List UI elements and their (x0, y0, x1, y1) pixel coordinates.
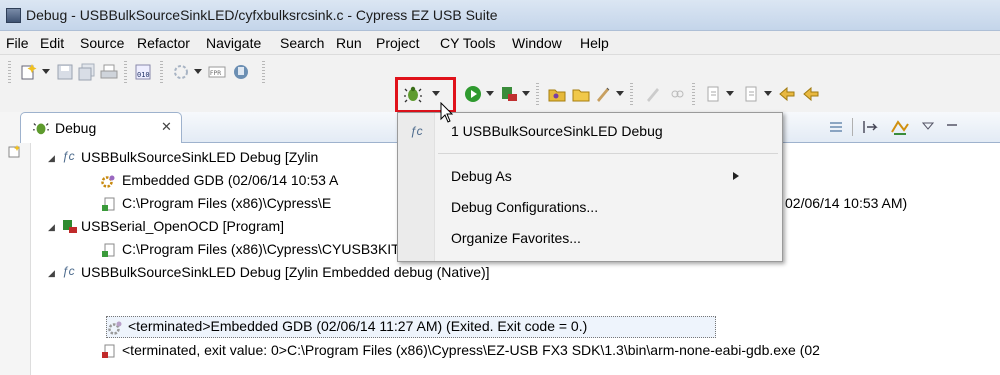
left-trim (0, 112, 31, 375)
external-tools-dropdown-icon[interactable] (522, 91, 530, 96)
executable-icon (102, 243, 115, 257)
toolbar-grip[interactable] (262, 61, 265, 83)
tab-label: Debug (55, 120, 97, 136)
main-toolbar: 010 FPR (0, 55, 1000, 112)
list-item-continuation: 02/06/14 10:53 AM) (785, 195, 908, 211)
next-annotation-dropdown-icon[interactable] (726, 91, 734, 96)
toolbar-grip[interactable] (692, 83, 695, 105)
menu-run[interactable]: Run (336, 35, 362, 51)
toolbar-grip[interactable] (536, 83, 539, 105)
menu-bar: File Edit Source Refactor Navigate Searc… (0, 31, 1000, 55)
step-into-icon[interactable] (862, 119, 880, 135)
binary-icon[interactable]: 010 (134, 63, 152, 81)
menu-item-debug-configurations[interactable]: Debug Configurations... (451, 199, 598, 215)
mouse-cursor-icon (440, 102, 454, 123)
window-title: Debug - USBBulkSourceSinkLED/cyfxbulksrc… (26, 7, 498, 23)
executable-icon (102, 197, 115, 211)
print-icon[interactable] (100, 63, 118, 81)
new-dropdown-icon[interactable] (42, 69, 50, 74)
gdb-process-icon (101, 175, 115, 188)
menu-project[interactable]: Project (376, 35, 420, 51)
next-annotation-icon[interactable] (704, 85, 722, 103)
menu-item-organize-favorites[interactable]: Organize Favorites... (451, 230, 581, 246)
annotation-icon[interactable] (644, 85, 662, 103)
view-menu-icon[interactable] (922, 121, 934, 131)
menu-cy-tools[interactable]: CY Tools (440, 35, 496, 51)
toolbar-grip[interactable] (160, 61, 163, 83)
pen-icon[interactable] (594, 85, 612, 103)
svg-text:010: 010 (137, 71, 150, 79)
toolbar-grip[interactable] (630, 83, 633, 105)
build-dropdown-icon[interactable] (194, 69, 202, 74)
external-tools-icon[interactable] (500, 85, 518, 103)
prev-annotation-dropdown-icon[interactable] (764, 91, 772, 96)
pen-dropdown-icon[interactable] (616, 91, 624, 96)
collapse-all-icon[interactable] (828, 119, 844, 135)
list-item[interactable]: USBSerial_OpenOCD [Program] (81, 218, 284, 234)
list-item[interactable]: USBBulkSourceSinkLED Debug [Zylin Embedd… (81, 264, 490, 280)
list-item[interactable]: USBBulkSourceSinkLED Debug [Zylin (81, 149, 318, 165)
step-filter-icon[interactable] (890, 118, 910, 136)
debug-bug-icon (33, 123, 49, 135)
menu-refactor[interactable]: Refactor (137, 35, 190, 51)
menu-separator (438, 153, 778, 154)
toolbar-grip[interactable] (124, 61, 127, 83)
menu-file[interactable]: File (6, 35, 29, 51)
title-bar: Debug - USBBulkSourceSinkLED/cyfxbulksrc… (0, 0, 1000, 31)
tab-debug[interactable]: Debug ✕ (20, 112, 182, 143)
app-icon (6, 8, 21, 23)
menu-source[interactable]: Source (80, 35, 124, 51)
list-item[interactable]: <terminated, exit value: 0>C:\Program Fi… (122, 342, 820, 358)
perspective-icon[interactable] (8, 144, 22, 158)
list-item[interactable]: <terminated>Embedded GDB (02/06/14 11:27… (128, 318, 587, 334)
menu-item-recent-launch[interactable]: 1 USBBulkSourceSinkLED Debug (451, 123, 663, 139)
device-icon[interactable] (232, 63, 250, 81)
menu-edit[interactable]: Edit (40, 35, 64, 51)
c-launch-icon: ƒc (410, 124, 423, 138)
fpga-icon[interactable]: FPR (208, 63, 226, 81)
last-edit-icon[interactable] (778, 85, 796, 103)
link-icon[interactable] (668, 85, 686, 103)
list-item[interactable]: C:\Program Files (x86)\Cypress\E (122, 195, 331, 211)
gdb-terminated-icon (108, 321, 122, 335)
folder-icon[interactable] (572, 85, 590, 103)
expand-arrow-icon[interactable]: ◢ (48, 268, 55, 279)
toolbar-divider (852, 118, 853, 136)
c-launch-icon: ƒc (62, 149, 75, 163)
toolbar-grip[interactable] (8, 61, 11, 83)
expand-arrow-icon[interactable]: ◢ (48, 222, 55, 233)
save-icon[interactable] (56, 63, 74, 81)
menu-item-debug-as[interactable]: Debug As (451, 168, 512, 184)
menu-help[interactable]: Help (580, 35, 609, 51)
build-settings-icon[interactable] (172, 63, 190, 81)
svg-text:FPR: FPR (210, 70, 221, 77)
open-folder-icon[interactable] (548, 85, 566, 103)
save-all-icon[interactable] (78, 63, 96, 81)
menu-navigate[interactable]: Navigate (206, 35, 261, 51)
menu-search[interactable]: Search (280, 35, 324, 51)
terminated-exe-icon (102, 344, 115, 358)
menu-window[interactable]: Window (512, 35, 562, 51)
minimize-icon[interactable] (946, 121, 958, 131)
prev-annotation-icon[interactable] (742, 85, 760, 103)
run-icon[interactable] (464, 85, 482, 103)
submenu-arrow-icon (733, 172, 739, 180)
program-launch-icon (63, 220, 77, 233)
back-icon[interactable] (802, 85, 820, 103)
close-icon[interactable]: ✕ (161, 119, 172, 135)
new-file-icon[interactable] (20, 63, 38, 81)
run-dropdown-icon[interactable] (486, 91, 494, 96)
expand-arrow-icon[interactable]: ◢ (48, 153, 55, 164)
c-launch-icon: ƒc (62, 264, 75, 278)
debug-dropdown-menu: ƒc 1 USBBulkSourceSinkLED Debug Debug As… (397, 112, 783, 262)
list-item[interactable]: Embedded GDB (02/06/14 10:53 A (122, 172, 338, 188)
